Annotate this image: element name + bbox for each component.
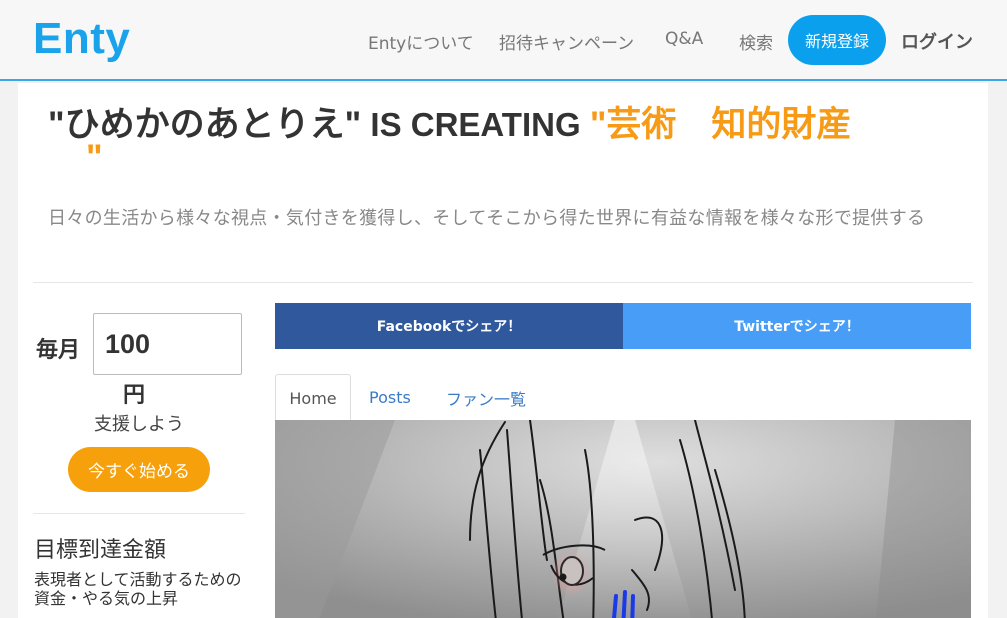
page-title: "ひめかのあとりえ" IS CREATING "芸術 知的財産 " xyxy=(48,105,948,175)
nav-search-link[interactable]: 検索 xyxy=(739,29,773,54)
goal-description: 表現者として活動するための資金・やる気の上昇 xyxy=(34,570,242,608)
twitter-share-button[interactable]: Twitterでシェア！ xyxy=(623,303,971,349)
start-now-button[interactable]: 今すぐ始める xyxy=(68,447,210,492)
support-text: 支援しよう xyxy=(94,414,184,435)
category-quote-close: " xyxy=(86,138,103,177)
tab-posts[interactable]: Posts xyxy=(369,374,411,421)
artwork-sketch xyxy=(275,420,971,618)
monthly-label: 毎月 xyxy=(36,338,81,363)
creator-description: 日々の生活から様々な視点・気付きを獲得し、そしてそこから得た世界に有益な情報を様… xyxy=(48,208,926,229)
login-link[interactable]: ログイン xyxy=(901,28,973,54)
currency-label: 円 xyxy=(123,383,146,408)
cover-artwork-image xyxy=(275,420,971,618)
facebook-share-button[interactable]: Facebookでシェア！ xyxy=(275,303,623,349)
category-quote-open: " xyxy=(589,105,607,144)
divider xyxy=(33,282,973,283)
creator-profile-card: "ひめかのあとりえ" IS CREATING "芸術 知的財産 " 日々の生活か… xyxy=(18,83,988,618)
creator-name: ひめかのあとりえ xyxy=(64,105,345,144)
header-bar: Enty Entyについて 招待キャンペーン Q&A 検索 新規登録 ログイン xyxy=(0,0,1007,81)
tab-home[interactable]: Home xyxy=(275,374,351,422)
register-button[interactable]: 新規登録 xyxy=(788,15,886,65)
category-text: 芸術 知的財産 xyxy=(606,105,852,144)
is-creating-text: IS CREATING xyxy=(361,106,590,143)
nav-about-link[interactable]: Entyについて xyxy=(368,29,474,54)
support-amount-input[interactable] xyxy=(93,313,242,375)
goal-title: 目標到達金額 xyxy=(34,538,167,563)
profile-tabs: Home Posts ファン一覧 xyxy=(275,374,971,422)
title-quote-mid: " xyxy=(344,105,362,144)
tab-fan-list[interactable]: ファン一覧 xyxy=(446,374,526,421)
title-quote-open: " xyxy=(48,105,65,144)
nav-qa-link[interactable]: Q&A xyxy=(665,29,703,49)
main-nav: Entyについて 招待キャンペーン Q&A 検索 新規登録 ログイン xyxy=(0,0,1007,79)
nav-invite-campaign-link[interactable]: 招待キャンペーン xyxy=(499,29,634,54)
divider xyxy=(33,513,245,514)
